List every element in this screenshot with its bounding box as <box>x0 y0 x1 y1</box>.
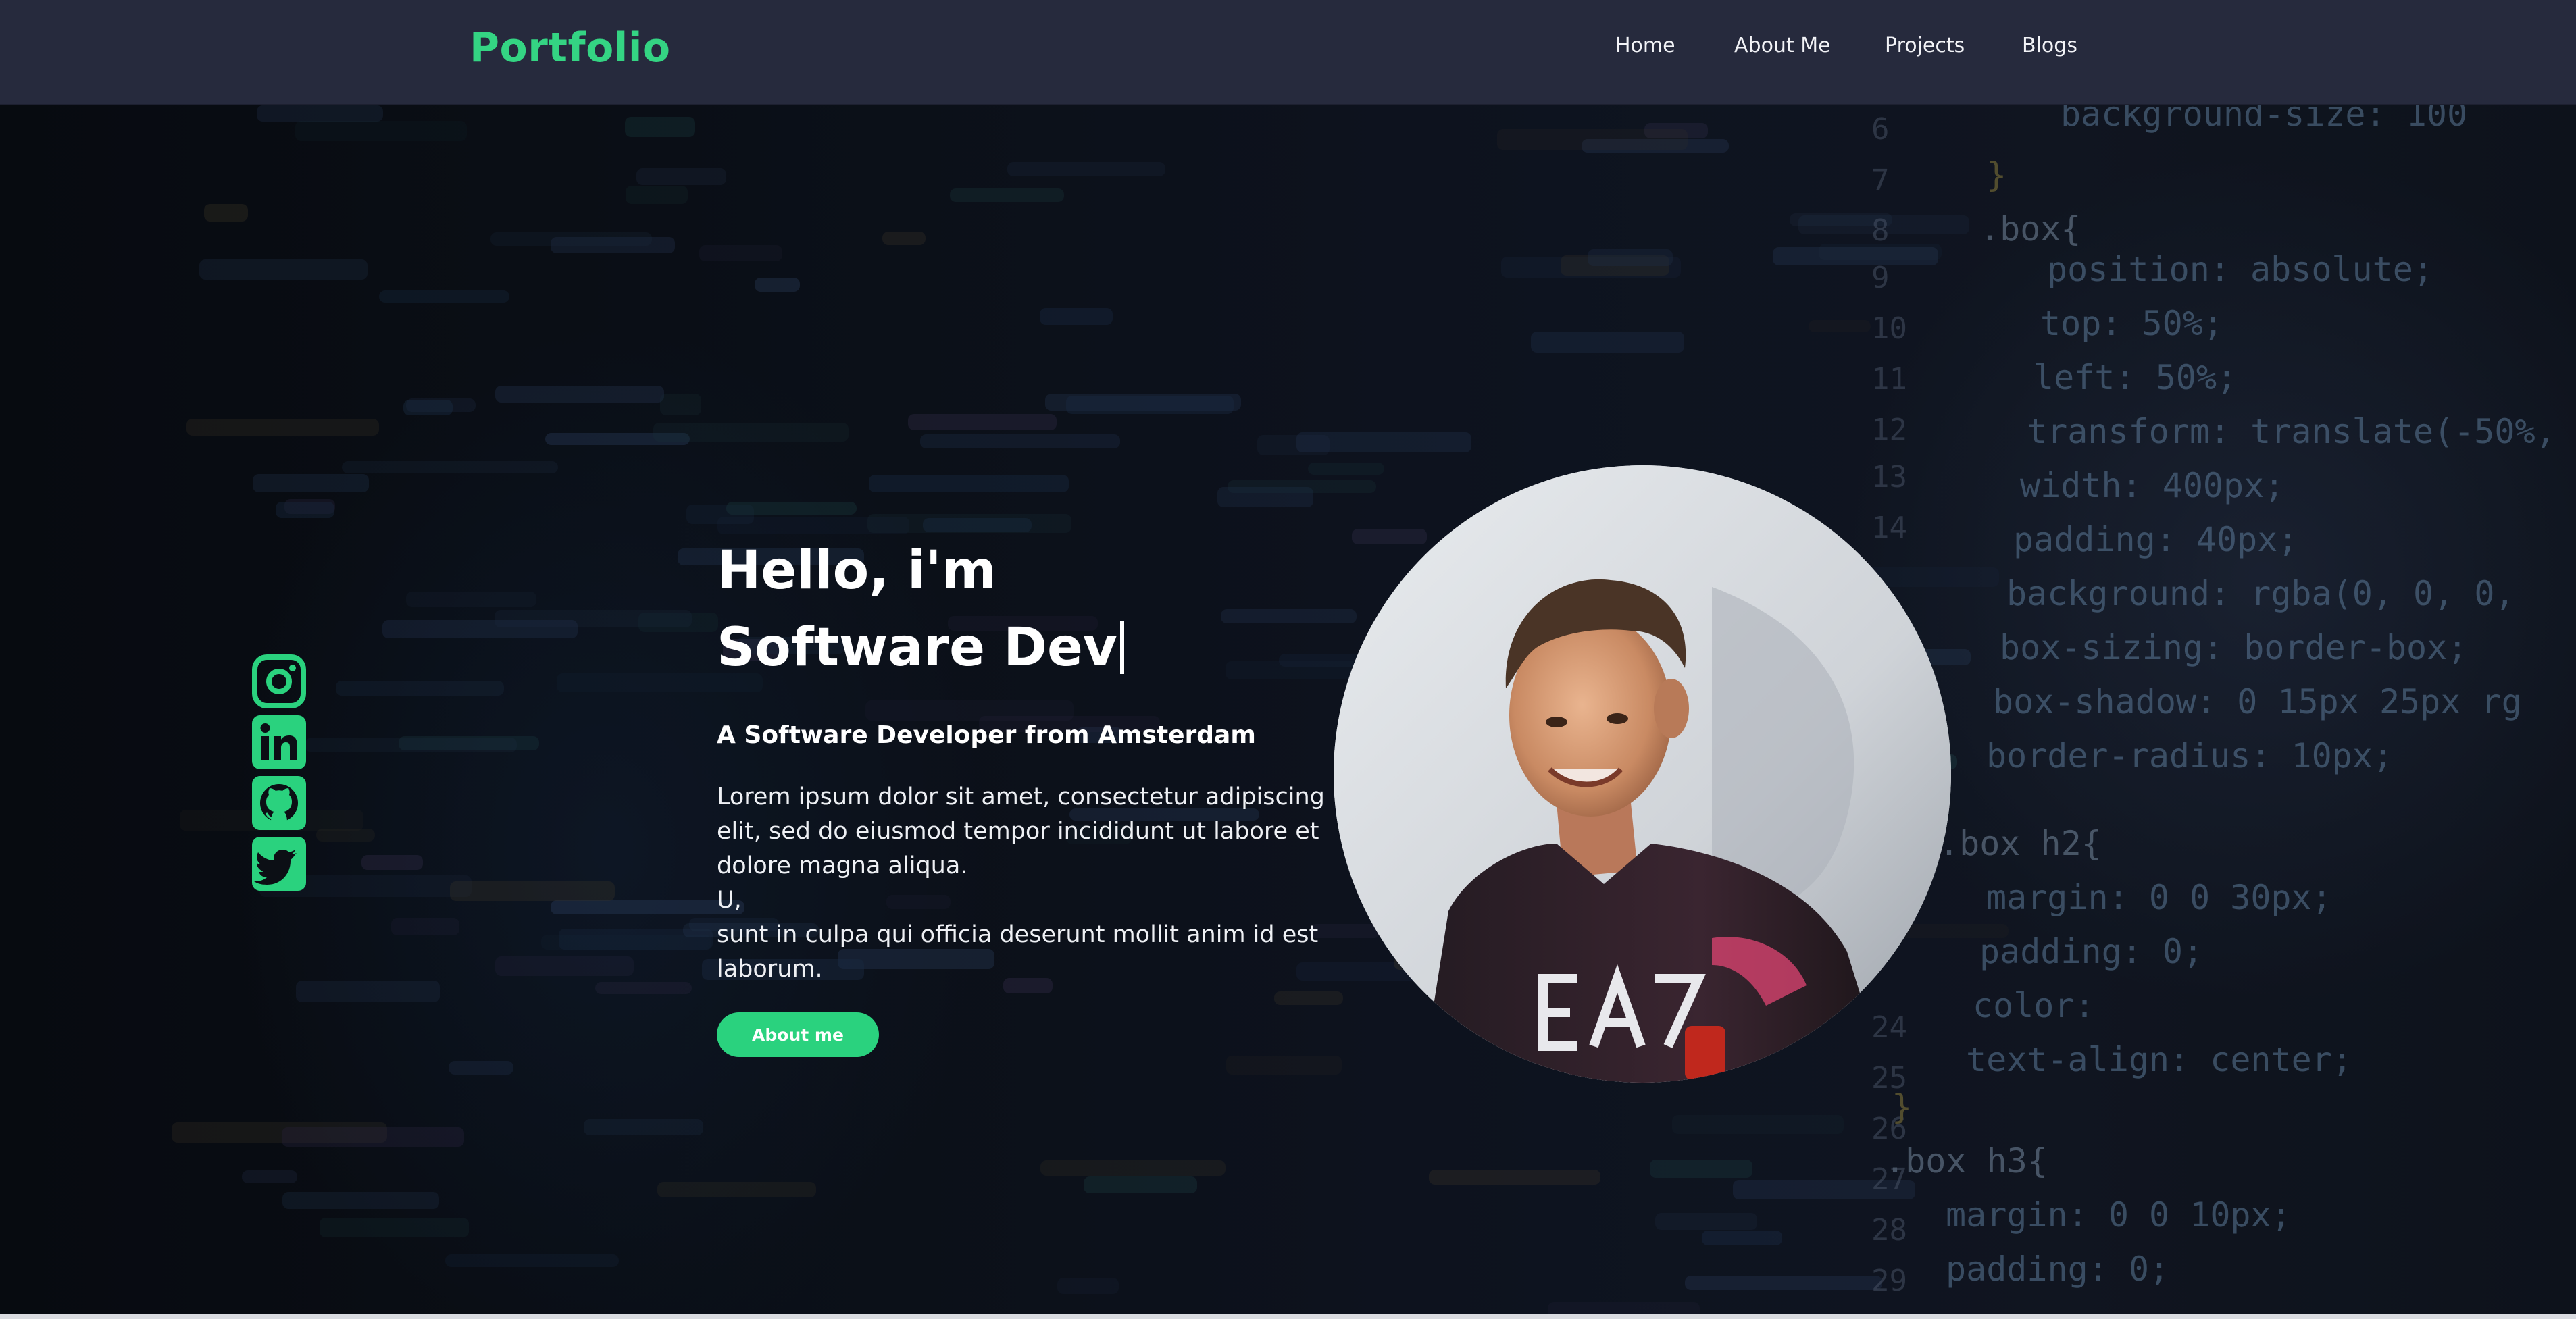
nav-links: Home About Me Projects Blogs <box>0 34 2576 68</box>
typing-cursor <box>1119 621 1124 674</box>
instagram-icon <box>252 654 306 708</box>
page-bottom-edge <box>0 1314 2576 1319</box>
twitter-icon <box>252 837 306 891</box>
hero-tagline: A Software Developer from Amsterdam <box>717 721 1256 749</box>
hero-role-line: Software Dev <box>717 609 1325 686</box>
hero-text: Hello, i'm Software Dev A Software Devel… <box>717 532 1325 1057</box>
hero-description: Lorem ipsum dolor sit amet, consectetur … <box>717 780 1325 987</box>
description-paragraph-1: Lorem ipsum dolor sit amet, consectetur … <box>717 783 1325 879</box>
github-link[interactable] <box>252 776 306 830</box>
nav-link-about-me[interactable]: About Me <box>1734 34 1831 57</box>
description-paragraph-2: U, <box>717 887 742 914</box>
nav-link-projects[interactable]: Projects <box>1885 34 1965 57</box>
about-me-button[interactable]: About me <box>717 1012 879 1057</box>
profile-photo-illustration <box>1334 465 1951 1083</box>
github-icon <box>252 776 306 830</box>
social-links <box>252 654 306 898</box>
hero-greeting: Hello, i'm <box>717 540 996 601</box>
hero-role: Software Dev <box>717 617 1117 678</box>
nav-link-blogs[interactable]: Blogs <box>2022 34 2077 57</box>
linkedin-link[interactable] <box>252 715 306 769</box>
navbar: Portfolio Home About Me Projects Blogs <box>0 0 2576 105</box>
description-paragraph-3: sunt in culpa qui officia deserunt molli… <box>717 921 1319 983</box>
nav-link-home[interactable]: Home <box>1615 34 1675 57</box>
instagram-link[interactable] <box>252 654 306 708</box>
twitter-link[interactable] <box>252 837 306 891</box>
profile-photo <box>1334 465 1951 1083</box>
linkedin-icon <box>252 715 306 769</box>
